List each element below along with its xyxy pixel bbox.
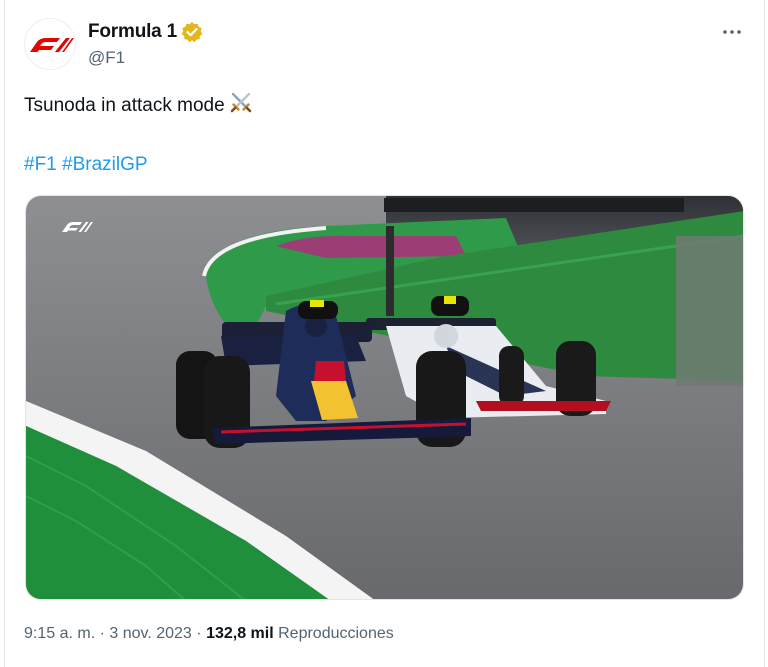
hashtag-row: #F1 #BrazilGP [24,152,148,178]
views-label: Reproducciones [278,625,394,642]
user-handle[interactable]: @F1 [88,48,125,68]
right-border [764,0,765,667]
tweet-time[interactable]: 9:15 a. m. [24,625,95,642]
name-row: Formula 1 [88,20,203,44]
more-options-icon[interactable] [718,22,746,42]
avatar[interactable] [24,18,76,70]
tweet-date[interactable]: 3 nov. 2023 [109,625,191,642]
tweet-header: Formula 1 @F1 [24,18,748,74]
tweet-media[interactable] [25,195,744,600]
meta-separator: · [99,625,105,642]
meta-separator-2: · [196,625,202,642]
verified-badge-icon[interactable] [181,21,203,43]
left-border [4,0,5,667]
f1-logo-icon [30,38,74,52]
views-count: 132,8 mil [206,625,274,642]
hashtag-brazilgp[interactable]: #BrazilGP [62,154,148,175]
tweet-text: Tsunoda in attack mode [24,91,253,119]
display-name[interactable]: Formula 1 [88,21,177,43]
race-photo [26,196,743,599]
tweet-text-content: Tsunoda in attack mode [24,95,225,116]
tweet-meta: 9:15 a. m. · 3 nov. 2023 · 132,8 mil Rep… [24,623,394,645]
hashtag-f1[interactable]: #F1 [24,154,57,175]
crossed-swords-icon [230,92,251,113]
